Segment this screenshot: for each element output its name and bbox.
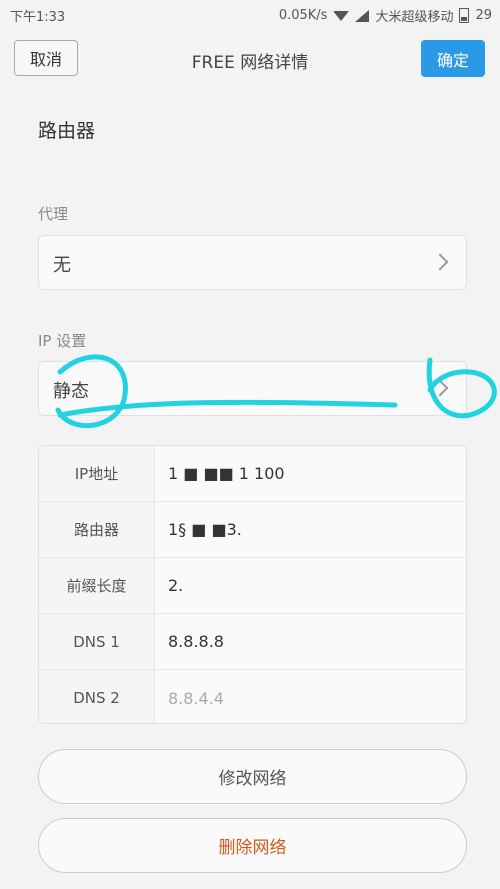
- signal-icon: [355, 9, 370, 22]
- battery-icon: [459, 8, 470, 23]
- battery-level: 29: [475, 8, 492, 23]
- chevron-right-icon: [431, 379, 449, 397]
- carrier-name: 大米超级移动: [375, 10, 454, 25]
- dns1-input[interactable]: 8.8.8.8: [168, 614, 224, 669]
- table-row: DNS 2 8.8.4.4: [39, 670, 466, 723]
- table-row: 前缀长度 2.: [39, 558, 466, 614]
- ip-address-input[interactable]: 1 ■ ■■ 1 100: [168, 446, 285, 501]
- status-right: 0.05K/s 大米超级移动 29: [279, 6, 492, 25]
- status-time: 下午1:33: [10, 10, 66, 25]
- table-row: IP地址 1 ■ ■■ 1 100: [39, 446, 466, 502]
- ip-config-table: IP地址 1 ■ ■■ 1 100 路由器 1§ ■ ■3. 前缀长度 2. D…: [38, 445, 467, 724]
- wifi-icon: [333, 10, 350, 21]
- delete-network-button[interactable]: 删除网络: [38, 818, 467, 873]
- ip-settings-label: IP 设置: [38, 332, 87, 350]
- proxy-label: 代理: [38, 205, 69, 223]
- ip-settings-value: 静态: [53, 381, 89, 402]
- header: 取消 FREE 网络详情 确定: [0, 38, 500, 82]
- prefix-length-input[interactable]: 2.: [168, 558, 183, 613]
- confirm-button[interactable]: 确定: [421, 40, 485, 77]
- ip-address-key: IP地址: [39, 446, 155, 501]
- status-bar: 下午1:33 0.05K/s 大米超级移动 29: [0, 0, 500, 28]
- dns2-input[interactable]: 8.8.4.4: [168, 670, 224, 723]
- ip-settings-select[interactable]: 静态: [38, 361, 467, 416]
- chevron-right-icon: [431, 253, 449, 271]
- proxy-select[interactable]: 无: [38, 235, 467, 290]
- router-label: 路由器: [38, 120, 96, 142]
- network-speed: 0.05K/s: [278, 8, 328, 23]
- dns2-key: DNS 2: [39, 670, 155, 723]
- gateway-key: 路由器: [39, 502, 155, 557]
- dns1-key: DNS 1: [39, 614, 155, 669]
- table-row: 路由器 1§ ■ ■3.: [39, 502, 466, 558]
- prefix-length-key: 前缀长度: [39, 558, 155, 613]
- table-row: DNS 1 8.8.8.8: [39, 614, 466, 670]
- modify-network-button[interactable]: 修改网络: [38, 749, 467, 804]
- proxy-value: 无: [53, 255, 71, 276]
- gateway-input[interactable]: 1§ ■ ■3.: [168, 502, 242, 557]
